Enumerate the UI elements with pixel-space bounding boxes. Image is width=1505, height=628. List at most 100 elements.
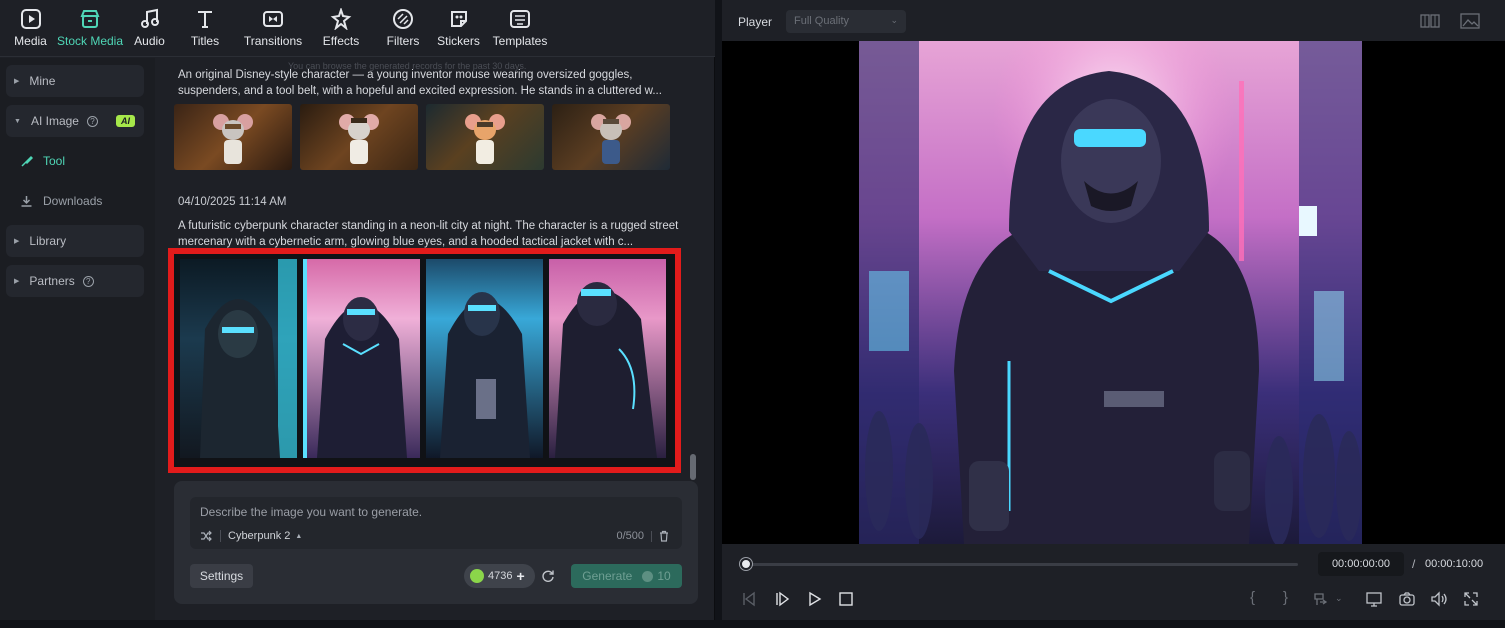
- generate-cost: 10: [657, 569, 671, 583]
- quality-dropdown[interactable]: Full Quality ⌄: [786, 10, 906, 33]
- caret-right-icon: ▶: [14, 238, 20, 245]
- credits-balance[interactable]: 4736 +: [464, 564, 535, 588]
- time-separator: /: [1412, 557, 1416, 571]
- caret-right-icon: ▶: [14, 278, 20, 285]
- chevron-down-icon[interactable]: ⌄: [1335, 593, 1343, 604]
- playhead-handle[interactable]: [740, 558, 752, 570]
- player-panel: Player Full Quality ⌄ 00:00:00:00 / 00:0…: [722, 0, 1505, 620]
- quality-value: Full Quality: [794, 15, 850, 27]
- hooded-figure-image: [555, 282, 657, 458]
- settings-button[interactable]: Settings: [190, 564, 253, 588]
- credit-coin-icon: [470, 569, 484, 583]
- mark-in-button[interactable]: {: [1250, 589, 1255, 606]
- volume-icon: [1431, 591, 1447, 607]
- sidebar-item-library-label: Library: [29, 234, 67, 248]
- compare-view-icon[interactable]: [1420, 12, 1440, 30]
- chevron-down-icon: ⌄: [890, 15, 898, 25]
- stock-media-sidebar: ▶ Mine ▼ AI Image ? AI Tool Downloads ▶ …: [0, 58, 155, 620]
- generated-image-thumb[interactable]: [300, 104, 418, 170]
- sidebar-item-partners[interactable]: ▶ Partners ?: [6, 265, 144, 297]
- sidebar-item-ai-image-label: AI Image: [30, 114, 79, 128]
- video-preview[interactable]: [722, 41, 1505, 544]
- cyberpunk-image-4[interactable]: [549, 259, 666, 458]
- transitions-icon: [263, 11, 283, 27]
- record-thumbnails: [174, 104, 670, 170]
- sidebar-item-mine[interactable]: ▶ Mine: [6, 65, 144, 97]
- toolbar-filters[interactable]: Filters: [372, 0, 434, 57]
- app-window: Media Stock Media Audio Titles Transitio…: [0, 0, 1505, 628]
- divider: [651, 531, 652, 542]
- generated-image-thumb[interactable]: [174, 104, 292, 170]
- toolbar-templates[interactable]: Templates: [483, 0, 557, 57]
- credit-coin-icon: [642, 570, 654, 582]
- play-button[interactable]: [805, 590, 823, 608]
- add-credits-icon[interactable]: +: [516, 568, 524, 584]
- templates-icon: [510, 10, 530, 28]
- main-toolbar: Media Stock Media Audio Titles Transitio…: [0, 0, 715, 57]
- help-icon[interactable]: ?: [86, 115, 98, 127]
- mouse-character-image: [213, 114, 253, 164]
- cyberpunk-image-1[interactable]: [180, 259, 297, 458]
- mouse-character-image: [591, 114, 631, 164]
- selected-record-highlight: [168, 248, 681, 473]
- sidebar-item-tool[interactable]: Tool: [20, 145, 65, 177]
- cyberpunk-preview-image: [859, 41, 1362, 544]
- generated-image-thumb[interactable]: [426, 104, 544, 170]
- sidebar-item-mine-label: Mine: [29, 74, 56, 88]
- refresh-icon[interactable]: [541, 569, 555, 583]
- filters-icon: [393, 9, 413, 29]
- toolbar-titles[interactable]: Titles: [174, 0, 236, 57]
- sidebar-item-library[interactable]: ▶ Library: [6, 225, 144, 257]
- audio-icon: [140, 8, 159, 28]
- style-selector[interactable]: Cyberpunk 2 ▲: [200, 530, 302, 542]
- history-scrollbar[interactable]: [690, 454, 696, 480]
- snapshot-button[interactable]: [1398, 590, 1416, 608]
- toolbar-audio[interactable]: Audio: [125, 0, 174, 57]
- previous-frame-icon: [743, 591, 755, 607]
- media-browser-panel: Media Stock Media Audio Titles Transitio…: [0, 0, 715, 620]
- brush-icon: [21, 155, 33, 167]
- stop-button[interactable]: [837, 590, 855, 608]
- effects-icon: [330, 8, 352, 30]
- volume-button[interactable]: [1430, 590, 1448, 608]
- display-button[interactable]: [1365, 590, 1383, 608]
- help-icon[interactable]: ?: [82, 275, 94, 287]
- style-label: Cyberpunk 2: [228, 530, 291, 542]
- generation-history: You can browse the generated records for…: [168, 58, 698, 473]
- previous-frame-button[interactable]: [740, 590, 758, 608]
- insert-clip-icon: [1314, 593, 1328, 605]
- toolbar-stock-media[interactable]: Stock Media: [55, 0, 125, 57]
- cyberpunk-image-2[interactable]: [303, 259, 420, 458]
- toolbar-media[interactable]: Media: [6, 0, 55, 57]
- generate-button[interactable]: Generate 10: [571, 564, 682, 588]
- sidebar-item-downloads[interactable]: Downloads: [20, 185, 102, 217]
- toolbar-templates-label: Templates: [492, 34, 548, 48]
- current-time[interactable]: 00:00:00:00: [1318, 552, 1404, 576]
- mark-out-button[interactable]: }: [1283, 589, 1288, 606]
- record-prompt: A futuristic cyberpunk character standin…: [178, 220, 679, 248]
- sidebar-item-ai-image[interactable]: ▼ AI Image ? AI: [6, 105, 144, 137]
- cyberpunk-image-3[interactable]: [426, 259, 543, 458]
- camera-icon: [1399, 592, 1415, 606]
- char-count: 0/500: [616, 530, 644, 542]
- prompt-input[interactable]: [200, 505, 670, 519]
- toolbar-media-label: Media: [14, 34, 47, 48]
- sidebar-item-downloads-label: Downloads: [43, 194, 103, 208]
- next-frame-button[interactable]: [773, 590, 791, 608]
- toolbar-effects[interactable]: Effects: [310, 0, 372, 57]
- record-prompt: An original Disney-style character — a y…: [178, 69, 662, 97]
- mouse-character-image: [339, 114, 379, 164]
- generated-image-thumb[interactable]: [552, 104, 670, 170]
- insert-clip-button[interactable]: [1312, 590, 1330, 608]
- stickers-icon: [450, 11, 467, 27]
- toolbar-transitions[interactable]: Transitions: [236, 0, 310, 57]
- timeline-track[interactable]: [742, 563, 1298, 566]
- media-icon: [20, 9, 41, 29]
- fullscreen-button[interactable]: [1462, 590, 1480, 608]
- snapshot-view-icon[interactable]: [1460, 12, 1480, 30]
- toolbar-stickers[interactable]: Stickers: [434, 0, 483, 57]
- download-icon: [21, 195, 32, 207]
- mouse-character-image: [465, 114, 505, 164]
- trash-icon[interactable]: [658, 530, 670, 542]
- toolbar-transitions-label: Transitions: [243, 34, 303, 48]
